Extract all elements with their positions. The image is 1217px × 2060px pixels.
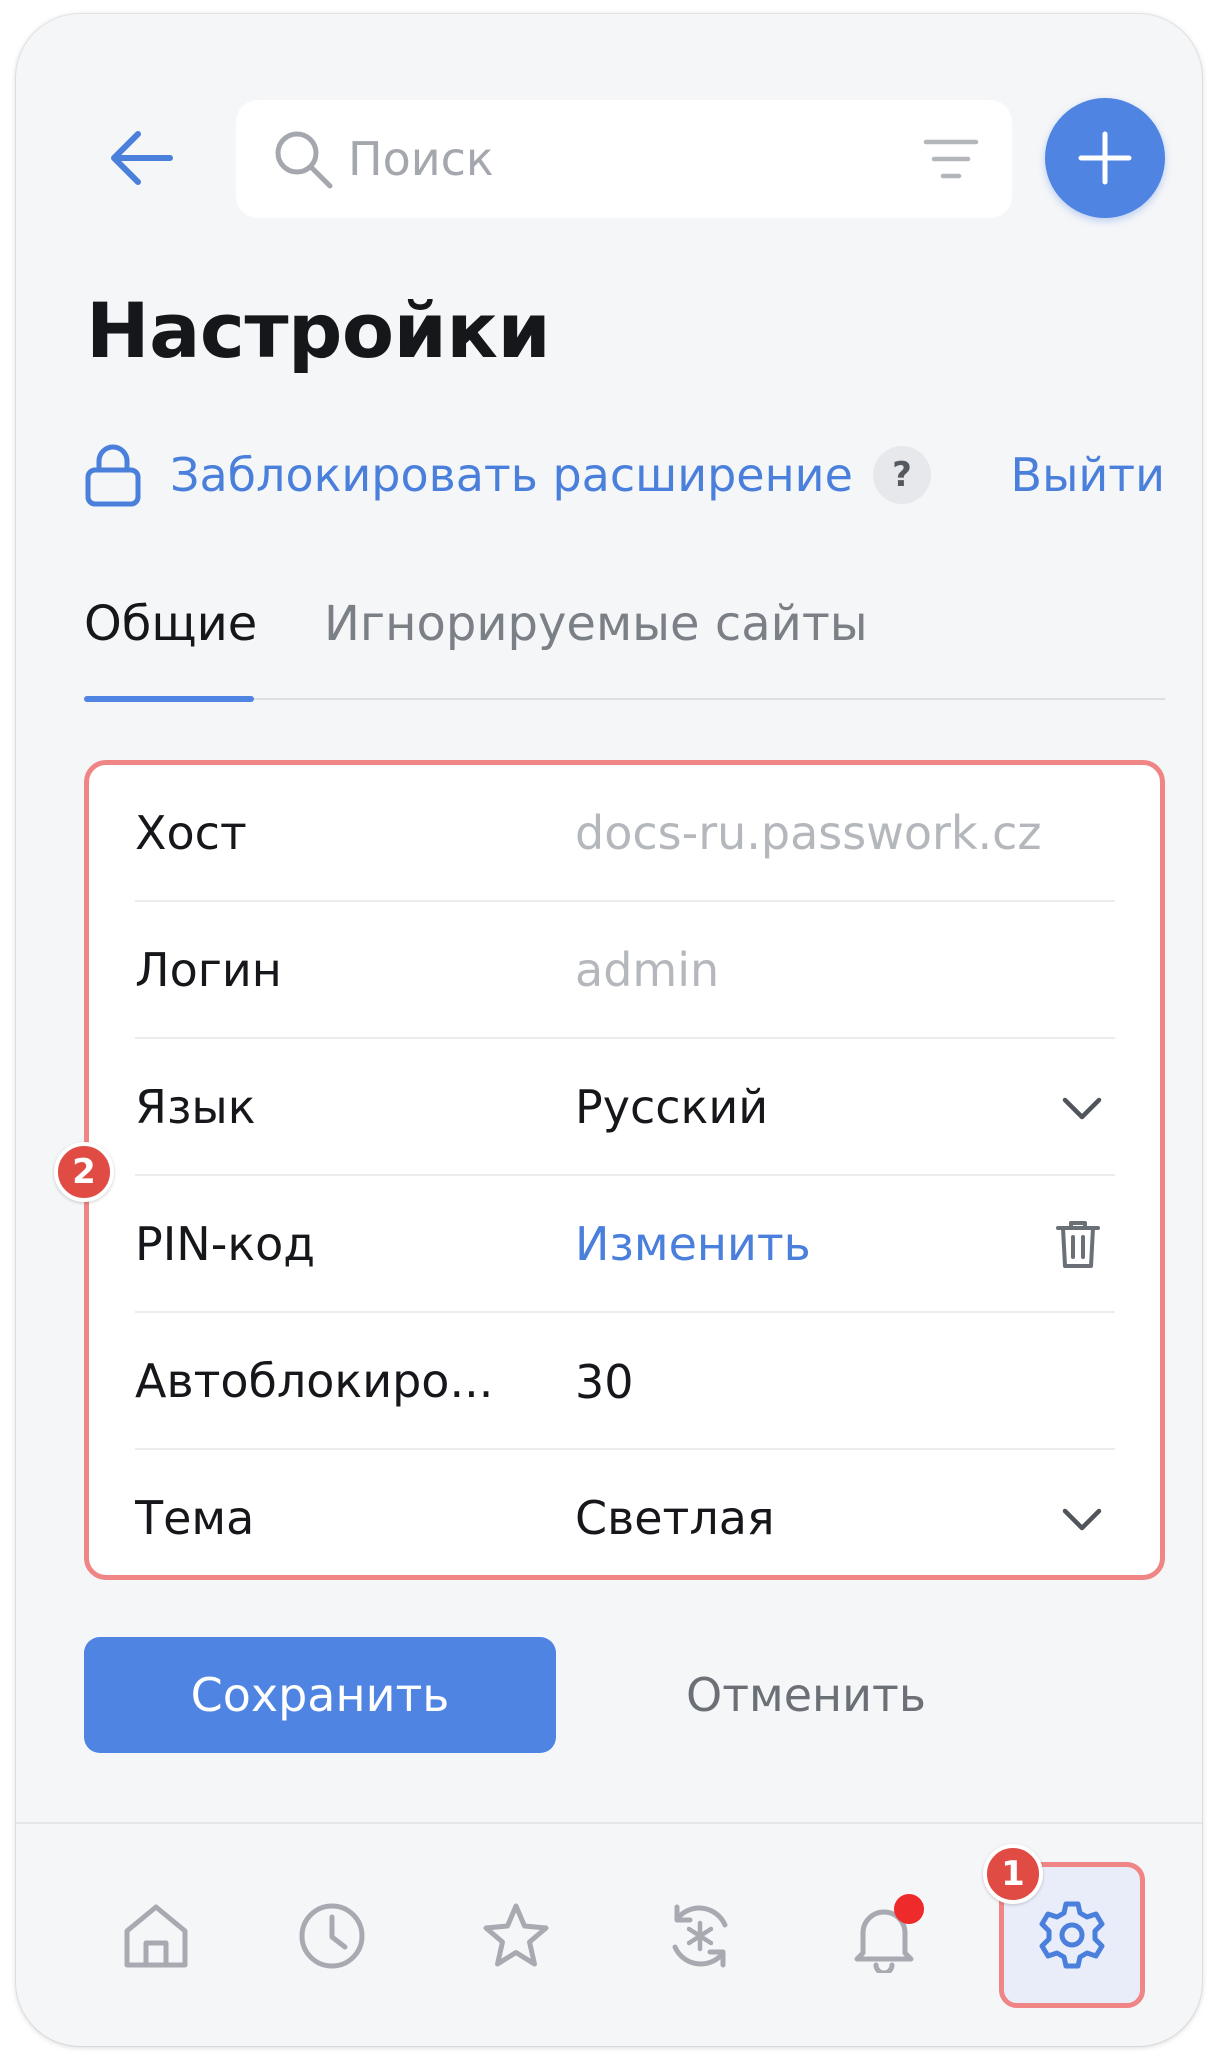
- search-box: [236, 100, 1012, 218]
- pin-label: PIN-код: [135, 1217, 316, 1271]
- host-value: docs-ru.passwork.cz: [575, 806, 1042, 860]
- add-button[interactable]: [1045, 98, 1165, 218]
- settings-row-autolock: Автоблокиро...: [135, 1313, 1115, 1450]
- chevron-down-icon[interactable]: [1059, 1496, 1105, 1542]
- login-label: Логин: [135, 943, 282, 997]
- language-label: Язык: [135, 1080, 256, 1134]
- lock-extension-link[interactable]: Заблокировать расширение: [84, 440, 853, 510]
- page-title: Настройки: [86, 286, 551, 375]
- callout-badge-2: 2: [54, 1142, 114, 1202]
- callout-badge-1: 1: [983, 1844, 1043, 1904]
- trash-icon[interactable]: [1055, 1218, 1101, 1270]
- settings-row-language[interactable]: Язык Русский: [135, 1039, 1115, 1176]
- nav-home[interactable]: [106, 1886, 206, 1986]
- star-icon: [483, 1903, 549, 1967]
- lock-icon: [85, 444, 141, 507]
- login-value: admin: [575, 943, 720, 997]
- clock-icon: [299, 1903, 365, 1969]
- notification-dot: [894, 1894, 924, 1924]
- nav-recent[interactable]: [282, 1886, 382, 1986]
- autolock-label: Автоблокиро...: [135, 1354, 494, 1408]
- theme-select[interactable]: Светлая: [575, 1450, 775, 1587]
- autolock-input[interactable]: [575, 1343, 875, 1421]
- tab-general[interactable]: Общие: [84, 588, 257, 660]
- tab-ignored-sites[interactable]: Игнорируемые сайты: [324, 588, 868, 660]
- change-pin-link[interactable]: Изменить: [575, 1176, 811, 1313]
- settings-row-host: Хост docs-ru.passwork.cz: [135, 765, 1115, 902]
- plus-icon: [1078, 131, 1132, 185]
- settings-row-theme[interactable]: Тема Светлая: [135, 1450, 1115, 1587]
- settings-row-login: Логин admin: [135, 902, 1115, 1039]
- active-tab-indicator: [84, 696, 254, 702]
- language-select[interactable]: Русский: [575, 1039, 768, 1176]
- back-arrow-icon[interactable]: [104, 120, 180, 196]
- nav-favorites[interactable]: [466, 1886, 566, 1986]
- nav-password-generator[interactable]: [650, 1886, 750, 1986]
- gear-icon: [1039, 1901, 1105, 1969]
- search-icon: [275, 131, 333, 189]
- save-button[interactable]: Сохранить: [84, 1637, 556, 1753]
- search-input[interactable]: [346, 120, 906, 198]
- nav-notifications[interactable]: [834, 1886, 934, 1986]
- home-icon: [124, 1904, 188, 1968]
- settings-row-pin: PIN-код Изменить: [135, 1176, 1115, 1313]
- help-icon[interactable]: ?: [873, 446, 931, 504]
- extension-panel: Настройки Заблокировать расширение ? Вый…: [16, 14, 1202, 2046]
- lock-extension-label: Заблокировать расширение: [170, 448, 853, 502]
- theme-label: Тема: [135, 1491, 255, 1545]
- filter-icon[interactable]: [922, 136, 980, 182]
- host-label: Хост: [135, 806, 247, 860]
- settings-tabs: Общие Игнорируемые сайты: [84, 578, 1165, 702]
- settings-card: Хост docs-ru.passwork.cz Логин admin Язы…: [84, 760, 1165, 1580]
- logout-link[interactable]: Выйти: [1011, 440, 1165, 510]
- chevron-down-icon[interactable]: [1059, 1085, 1105, 1131]
- password-generator-icon: [672, 1904, 728, 1968]
- cancel-button[interactable]: Отменить: [616, 1637, 996, 1753]
